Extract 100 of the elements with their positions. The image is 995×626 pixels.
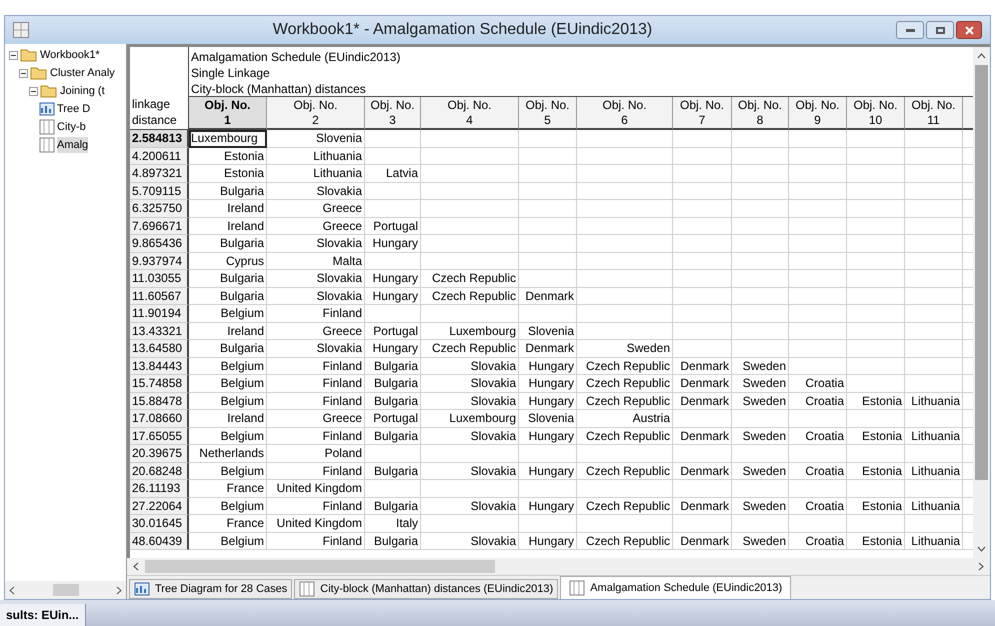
row-header[interactable]: 13.84443	[130, 358, 189, 375]
column-header[interactable]: Obj. No. 10	[847, 97, 905, 130]
spreadsheet-icon	[39, 137, 55, 153]
tree-item[interactable]: Workbook1*	[40, 46, 100, 64]
table-cell: Denmark	[680, 464, 729, 478]
row-header[interactable]: 26.11193	[130, 480, 189, 498]
column-header[interactable]: Obj. No. 4	[421, 97, 519, 130]
row-header[interactable]: 27.22064	[130, 498, 189, 515]
table-cell: Bulgaria	[220, 341, 264, 355]
row-header[interactable]: 11.60567	[130, 288, 189, 305]
table-cell: Finland	[322, 498, 362, 512]
window-title: Workbook1* - Amalgamation Schedule (EUindic2013)	[272, 20, 654, 40]
row-header[interactable]: 17.08660	[130, 410, 189, 428]
sheet-tab[interactable]: Tree Diagram for 28 Cases	[129, 579, 292, 599]
table-cell: Bulgaria	[374, 358, 418, 372]
column-header[interactable]: Obj. No. 11	[905, 97, 963, 130]
tree-item[interactable]: Joining (t	[60, 82, 105, 100]
table-cell: Slovakia	[470, 464, 516, 478]
row-header[interactable]: 15.88478	[130, 392, 189, 410]
table-cell: Italy	[396, 516, 418, 530]
table-cell: Estonia	[862, 464, 902, 478]
row-header[interactable]: 9.865436	[130, 235, 189, 252]
table-cell: Slovakia	[316, 184, 362, 198]
tree-item[interactable]: Amalg	[57, 136, 88, 154]
table-cell: Croatia	[805, 376, 844, 390]
table-cell: Slovakia	[316, 341, 362, 355]
table-cell: Denmark	[525, 288, 574, 302]
table-cell: Ireland	[227, 324, 264, 338]
scrollbar[interactable]	[5, 581, 126, 599]
table-cell: Sweden	[742, 394, 786, 408]
scroll-right-icon[interactable]	[978, 562, 984, 571]
row-header[interactable]: 9.937974	[130, 252, 189, 270]
row-header[interactable]: 6.325750	[130, 200, 189, 218]
row-header[interactable]: 17.65055	[130, 428, 189, 445]
table-cell: United Kingdom	[276, 516, 362, 530]
tree-item[interactable]: City-b	[57, 118, 86, 136]
scrollbar-thumb[interactable]	[52, 584, 78, 596]
row-header[interactable]: 13.64580	[130, 340, 189, 358]
row-header[interactable]: 7.696671	[130, 218, 189, 235]
column-header[interactable]: Obj. No. 5	[519, 97, 577, 130]
table-cell: Lithuania	[911, 498, 960, 512]
taskbar-button[interactable]: sults: EUin...	[0, 604, 86, 626]
row-header[interactable]: 30.01645	[130, 515, 189, 532]
minimize-button[interactable]	[896, 21, 924, 39]
table-cell: Greece	[322, 201, 362, 215]
table-cell: Bulgaria	[220, 271, 264, 285]
collapse-icon[interactable]	[19, 68, 28, 78]
table-cell: Belgium	[220, 534, 264, 548]
table-cell: Denmark	[680, 376, 729, 390]
table-cell: Czech Republic	[586, 464, 670, 478]
table-cell: Estonia	[862, 498, 902, 512]
row-header[interactable]: 20.68248	[130, 462, 189, 480]
table-cell: Bulgaria	[374, 376, 418, 390]
table-cell: Sweden	[742, 376, 786, 390]
column-header[interactable]: Obj. No. 6	[577, 97, 673, 130]
horizontal-scrollbar[interactable]	[127, 558, 990, 575]
table-cell: Hungary	[372, 288, 418, 302]
sheet-tab[interactable]: Amalgamation Schedule (EUindic2013)	[560, 576, 792, 599]
column-header[interactable]: Obj. No. 3	[365, 97, 421, 130]
tree-item[interactable]: Cluster Analy	[50, 64, 115, 82]
scroll-left-icon[interactable]	[9, 586, 15, 594]
tree-item[interactable]: Tree D	[57, 100, 90, 118]
table-cell: Hungary	[372, 236, 418, 250]
scrollbar-thumb[interactable]	[975, 65, 988, 480]
scrollbar-thumb[interactable]	[145, 560, 495, 573]
scroll-right-icon[interactable]	[116, 586, 122, 594]
scroll-down-icon[interactable]	[977, 546, 986, 552]
column-header[interactable]: Obj. No. 2	[267, 97, 365, 130]
column-header[interactable]: Obj. No. 1	[189, 97, 267, 130]
close-button[interactable]	[956, 21, 982, 39]
table-cell: Bulgaria	[220, 184, 264, 198]
row-header[interactable]: 4.897321	[130, 165, 189, 182]
row-header[interactable]: 5.709115	[130, 182, 189, 200]
table-cell: Hungary	[372, 271, 418, 285]
collapse-icon[interactable]	[9, 50, 18, 60]
table-cell: Latvia	[386, 166, 418, 180]
table-cell: Slovenia	[316, 131, 362, 145]
row-header[interactable]: 13.43321	[130, 322, 189, 340]
scroll-left-icon[interactable]	[133, 562, 139, 571]
vertical-scrollbar[interactable]	[973, 47, 990, 558]
row-header[interactable]: 11.03055	[130, 270, 189, 288]
table-cell: France	[226, 481, 264, 495]
table-cell: Czech Republic	[586, 534, 670, 548]
column-header[interactable]: Obj. No. 9	[789, 97, 847, 130]
table-cell: Estonia	[862, 534, 902, 548]
table-cell: Lithuania	[911, 534, 960, 548]
row-header[interactable]: 11.90194	[130, 305, 189, 322]
sheet-tab[interactable]: City-block (Manhattan) distances (EUindic2013)	[294, 579, 558, 599]
row-header[interactable]: 20.39675	[130, 445, 189, 462]
row-header[interactable]: 2.584813	[130, 130, 189, 148]
restore-button[interactable]	[926, 21, 954, 39]
column-header[interactable]: Obj. No. 7	[673, 97, 732, 130]
table-cell: Czech Republic	[586, 376, 670, 390]
table-cell: Finland	[322, 376, 362, 390]
scroll-up-icon[interactable]	[977, 53, 986, 59]
collapse-icon[interactable]	[29, 86, 38, 96]
row-header[interactable]: 15.74858	[130, 375, 189, 392]
row-header[interactable]: 4.200611	[130, 148, 189, 165]
row-header[interactable]: 48.60439	[130, 532, 189, 550]
column-header[interactable]: Obj. No. 8	[732, 97, 789, 130]
